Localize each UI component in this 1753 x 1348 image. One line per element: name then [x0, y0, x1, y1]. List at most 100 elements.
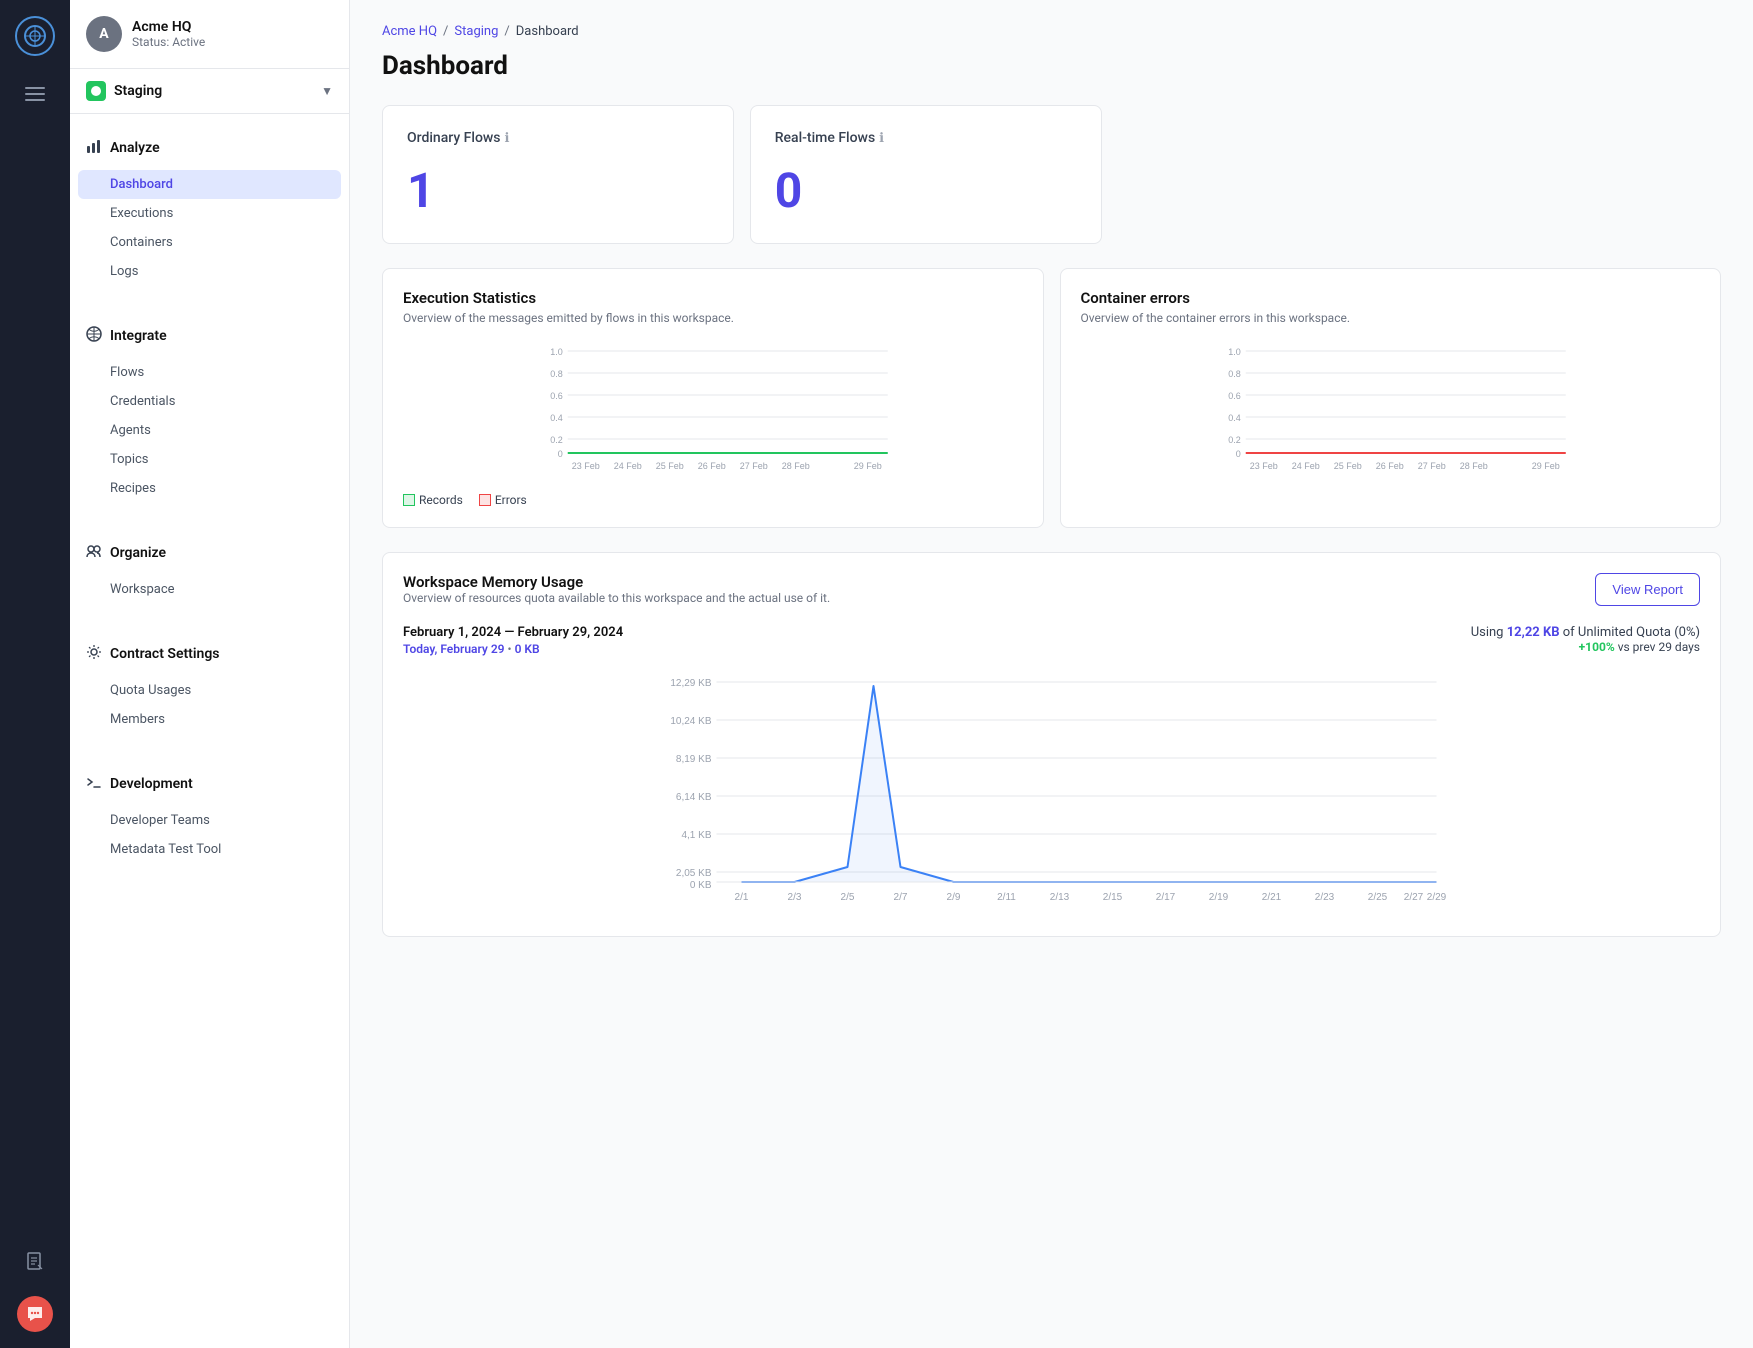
- development-label: Development: [110, 776, 193, 792]
- organize-icon: [86, 543, 102, 563]
- integrate-icon: [86, 326, 102, 346]
- svg-text:2/19: 2/19: [1209, 892, 1229, 903]
- sidebar-item-recipes[interactable]: Recipes: [70, 474, 349, 503]
- memory-subtitle: Overview of resources quota available to…: [403, 591, 830, 605]
- svg-text:0.6: 0.6: [1228, 391, 1241, 401]
- svg-text:2/9: 2/9: [947, 892, 961, 903]
- svg-text:27 Feb: 27 Feb: [1417, 461, 1445, 471]
- execution-stats-legend: Records Errors: [403, 493, 1023, 507]
- sidebar-section-development: Development Developer Teams Metadata Tes…: [70, 750, 349, 880]
- view-report-button[interactable]: View Report: [1595, 573, 1700, 606]
- sidebar-item-topics[interactable]: Topics: [70, 445, 349, 474]
- svg-text:1.0: 1.0: [550, 347, 563, 357]
- svg-text:2/29: 2/29: [1427, 892, 1447, 903]
- records-legend-box: [403, 494, 415, 506]
- breadcrumb-acme-hq[interactable]: Acme HQ: [382, 24, 437, 39]
- svg-text:0.4: 0.4: [550, 413, 563, 423]
- memory-using-value: 12,22 KB: [1507, 625, 1560, 640]
- sidebar-item-flows[interactable]: Flows: [70, 358, 349, 387]
- svg-text:2/7: 2/7: [894, 892, 908, 903]
- realtime-flows-info-icon: ℹ: [879, 131, 884, 146]
- container-errors-title: Container errors: [1081, 289, 1701, 307]
- sidebar-section-contract-settings: Contract Settings Quota Usages Members: [70, 620, 349, 750]
- app-logo[interactable]: [15, 16, 55, 56]
- svg-text:28 Feb: 28 Feb: [782, 461, 810, 471]
- errors-legend-box: [479, 494, 491, 506]
- sidebar: A Acme HQ Status: Active Staging ▼: [70, 0, 350, 1348]
- svg-text:27 Feb: 27 Feb: [740, 461, 768, 471]
- integrate-label: Integrate: [110, 328, 167, 344]
- document-icon[interactable]: [17, 1244, 53, 1280]
- memory-usage-card: Workspace Memory Usage Overview of resou…: [382, 552, 1721, 937]
- sidebar-item-metadata-test-tool[interactable]: Metadata Test Tool: [70, 835, 349, 864]
- chat-support-icon[interactable]: [17, 1296, 53, 1332]
- execution-stats-subtitle: Overview of the messages emitted by flow…: [403, 311, 1023, 325]
- svg-text:26 Feb: 26 Feb: [698, 461, 726, 471]
- sidebar-item-logs[interactable]: Logs: [70, 257, 349, 286]
- memory-stats: Using 12,22 KB of Unlimited Quota (0%) +…: [1471, 625, 1700, 654]
- svg-text:25 Feb: 25 Feb: [1333, 461, 1361, 471]
- svg-text:2/17: 2/17: [1156, 892, 1176, 903]
- svg-text:23 Feb: 23 Feb: [1249, 461, 1277, 471]
- bottom-icon-group: [17, 1244, 53, 1332]
- svg-text:2,05 KB: 2,05 KB: [676, 868, 712, 879]
- svg-text:0.4: 0.4: [1228, 413, 1241, 423]
- sidebar-item-members[interactable]: Members: [70, 705, 349, 734]
- svg-text:1.0: 1.0: [1228, 347, 1241, 357]
- sidebar-item-credentials[interactable]: Credentials: [70, 387, 349, 416]
- icon-bar: [0, 0, 70, 1348]
- realtime-flows-label: Real-time Flows: [775, 130, 875, 146]
- svg-text:2/11: 2/11: [997, 892, 1016, 903]
- contract-settings-icon: [86, 644, 102, 664]
- development-icon: [86, 774, 102, 794]
- sidebar-item-developer-teams[interactable]: Developer Teams: [70, 806, 349, 835]
- sidebar-item-agents[interactable]: Agents: [70, 416, 349, 445]
- sidebar-item-containers[interactable]: Containers: [70, 228, 349, 257]
- svg-text:0.8: 0.8: [1228, 369, 1241, 379]
- svg-text:2/23: 2/23: [1315, 892, 1335, 903]
- org-name: Acme HQ: [132, 19, 205, 35]
- environment-selector[interactable]: Staging ▼: [70, 69, 349, 114]
- execution-stats-title: Execution Statistics: [403, 289, 1023, 307]
- sidebar-item-dashboard[interactable]: Dashboard: [78, 170, 341, 199]
- sidebar-section-analyze: Analyze Dashboard Executions Containers …: [70, 114, 349, 302]
- sidebar-org-header: A Acme HQ Status: Active: [70, 0, 349, 69]
- breadcrumb-sep-2: /: [504, 24, 509, 39]
- breadcrumb: Acme HQ / Staging / Dashboard: [382, 24, 1721, 39]
- svg-text:25 Feb: 25 Feb: [656, 461, 684, 471]
- records-legend-label: Records: [419, 493, 463, 507]
- org-status: Status: Active: [132, 35, 205, 49]
- stats-row: Ordinary Flows ℹ 1 Real-time Flows ℹ 0: [382, 105, 1721, 244]
- svg-text:6,14 KB: 6,14 KB: [676, 792, 712, 803]
- page-title: Dashboard: [382, 51, 1721, 81]
- container-errors-card: Container errors Overview of the contain…: [1060, 268, 1722, 528]
- svg-text:26 Feb: 26 Feb: [1375, 461, 1403, 471]
- ordinary-flows-card: Ordinary Flows ℹ 1: [382, 105, 734, 244]
- org-info: Acme HQ Status: Active: [132, 19, 205, 49]
- sidebar-item-executions[interactable]: Executions: [70, 199, 349, 228]
- svg-text:8,19 KB: 8,19 KB: [676, 754, 712, 765]
- sidebar-item-workspace[interactable]: Workspace: [70, 575, 349, 604]
- memory-today: Today, February 29 • 0 KB: [403, 642, 623, 656]
- svg-text:0 KB: 0 KB: [690, 880, 712, 891]
- sidebar-section-integrate: Integrate Flows Credentials Agents Topic…: [70, 302, 349, 519]
- svg-text:2/25: 2/25: [1368, 892, 1388, 903]
- main-content: Acme HQ / Staging / Dashboard Dashboard …: [350, 0, 1753, 1348]
- sidebar-item-quota-usages[interactable]: Quota Usages: [70, 676, 349, 705]
- contract-settings-label: Contract Settings: [110, 646, 220, 662]
- realtime-flows-card: Real-time Flows ℹ 0: [750, 105, 1102, 244]
- svg-text:4,1 KB: 4,1 KB: [681, 830, 711, 841]
- hamburger-menu-icon[interactable]: [17, 76, 53, 117]
- sidebar-section-organize: Organize Workspace: [70, 519, 349, 620]
- realtime-flows-value: 0: [775, 162, 1077, 219]
- svg-text:2/3: 2/3: [788, 892, 802, 903]
- memory-date-range: February 1, 2024 — February 29, 2024: [403, 625, 623, 640]
- breadcrumb-staging[interactable]: Staging: [454, 24, 498, 39]
- execution-statistics-card: Execution Statistics Overview of the mes…: [382, 268, 1044, 528]
- container-errors-subtitle: Overview of the container errors in this…: [1081, 311, 1701, 325]
- analyze-label: Analyze: [110, 140, 160, 156]
- svg-text:2/1: 2/1: [735, 892, 749, 903]
- organize-label: Organize: [110, 545, 166, 561]
- ordinary-flows-info-icon: ℹ: [505, 131, 510, 146]
- memory-title: Workspace Memory Usage: [403, 573, 830, 591]
